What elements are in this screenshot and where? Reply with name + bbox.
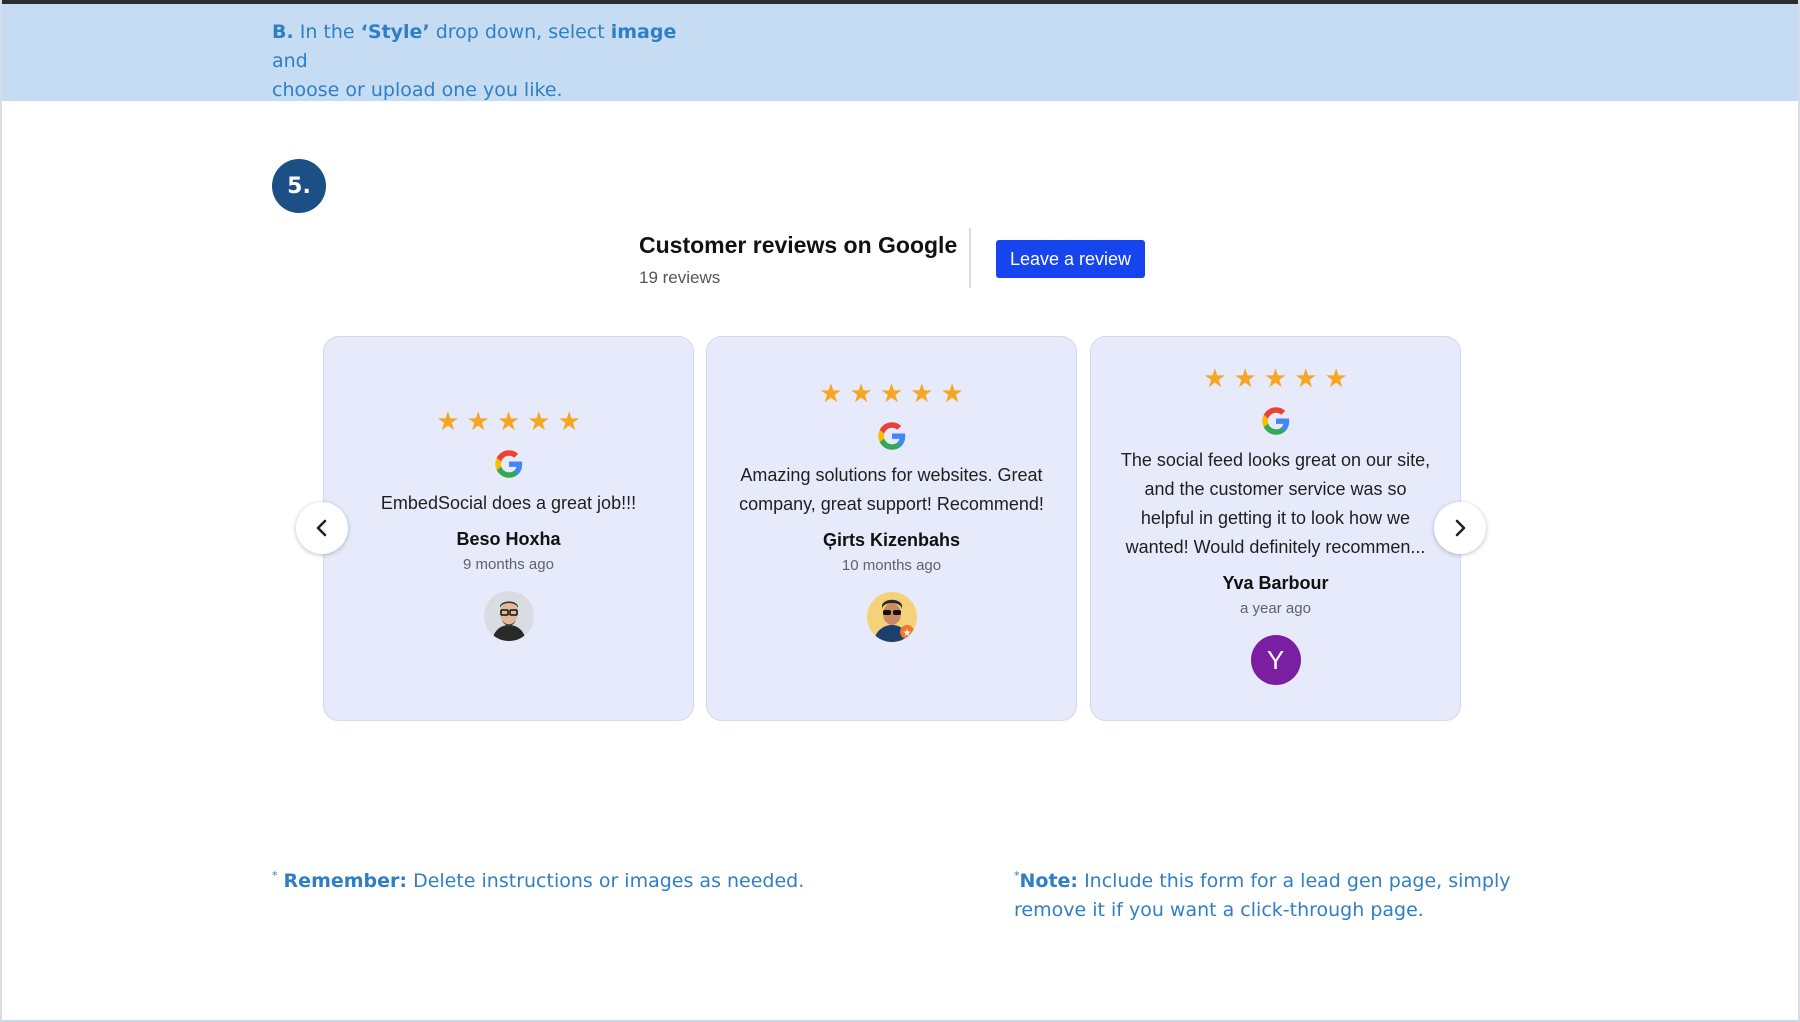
remember-asterisk: *: [272, 869, 278, 882]
star-icon: ★: [557, 406, 581, 436]
carousel-next-button[interactable]: [1434, 502, 1486, 554]
leave-review-button[interactable]: Leave a review: [996, 240, 1145, 278]
review-text: Amazing solutions for websites. Great co…: [739, 465, 1044, 514]
star-icon: ★: [466, 406, 490, 436]
chevron-right-icon: [1455, 519, 1466, 537]
star-icon: ★: [879, 378, 904, 408]
star-rating: ★ ★ ★ ★ ★: [436, 407, 581, 435]
star-rating: ★ ★ ★ ★ ★: [1203, 364, 1348, 392]
header-divider: [969, 228, 971, 288]
note-label: Note:: [1019, 870, 1079, 892]
star-icon: ★: [819, 378, 843, 408]
star-icon: ★: [849, 378, 873, 408]
remember-note: * Remember: Delete instructions or image…: [272, 861, 832, 896]
star-icon: ★: [527, 406, 551, 436]
step-number-badge: 5.: [272, 159, 326, 213]
svg-text:★: ★: [902, 628, 911, 639]
star-icon: ★: [436, 406, 460, 436]
review-text: The social feed looks great on our site,…: [1120, 450, 1431, 557]
star-icon: ★: [940, 378, 964, 408]
review-time: 9 months ago: [463, 556, 554, 573]
note-text-line-2: remove it if you want a click-through pa…: [1014, 899, 1424, 921]
star-icon: ★: [910, 378, 934, 408]
instruction-text-part: In the: [299, 21, 355, 43]
review-card: ★ ★ ★ ★ ★ EmbedSocial does a great job!!…: [323, 336, 694, 721]
carousel-prev-button[interactable]: [296, 502, 348, 554]
reviewer-name: Ģirts Kizenbahs: [822, 530, 961, 550]
review-card: ★ ★ ★ ★ ★ The social feed looks great on…: [1090, 336, 1461, 721]
instruction-image-word: image: [610, 21, 677, 43]
reviewer-name: Yva Barbour: [1222, 573, 1329, 593]
remember-text: Delete instructions or images as needed.: [413, 870, 805, 892]
instruction-banner: B. In the ‘Style’ drop down, select imag…: [2, 0, 1798, 101]
review-count: 19 reviews: [639, 268, 721, 287]
instruction-step-letter: B.: [272, 21, 294, 43]
reviewer-name: Beso Hoxha: [456, 529, 561, 549]
review-time: a year ago: [1240, 600, 1311, 617]
chevron-left-icon: [316, 519, 327, 537]
star-icon: ★: [1203, 363, 1227, 393]
google-icon: [494, 450, 522, 478]
review-text: EmbedSocial does a great job!!!: [380, 493, 637, 513]
google-icon: [877, 422, 905, 450]
star-icon: ★: [496, 406, 521, 436]
page: B. In the ‘Style’ drop down, select imag…: [0, 0, 1800, 1022]
instruction-text: B. In the ‘Style’ drop down, select imag…: [272, 18, 712, 105]
google-icon: [1261, 407, 1289, 435]
avatar: Y: [1250, 635, 1301, 685]
widget-title: Customer reviews on Google: [639, 232, 958, 258]
avatar-photo-icon: [483, 591, 534, 641]
star-icon: ★: [1324, 363, 1348, 393]
star-icon: ★: [1263, 363, 1288, 393]
remember-label: Remember:: [283, 870, 408, 892]
avatar-photo-icon: ★: [866, 592, 917, 642]
lead-gen-note: *Note: Include this form for a lead gen …: [1014, 861, 1574, 925]
note-text-line-1: Include this form for a lead gen page, s…: [1084, 870, 1511, 892]
review-time: 10 months ago: [841, 557, 942, 574]
star-rating: ★ ★ ★ ★ ★: [819, 379, 964, 407]
instruction-text-line-2: choose or upload one you like.: [272, 79, 563, 101]
avatar: [483, 591, 534, 641]
instruction-text-part: and: [272, 50, 308, 72]
star-icon: ★: [1233, 363, 1257, 393]
instruction-style-word: ‘Style’: [360, 21, 430, 43]
review-card: ★ ★ ★ ★ ★ Amazing solutions for websites…: [706, 336, 1077, 721]
star-icon: ★: [1294, 363, 1318, 393]
instruction-text-part: drop down, select: [435, 21, 605, 43]
avatar: ★: [866, 592, 917, 642]
